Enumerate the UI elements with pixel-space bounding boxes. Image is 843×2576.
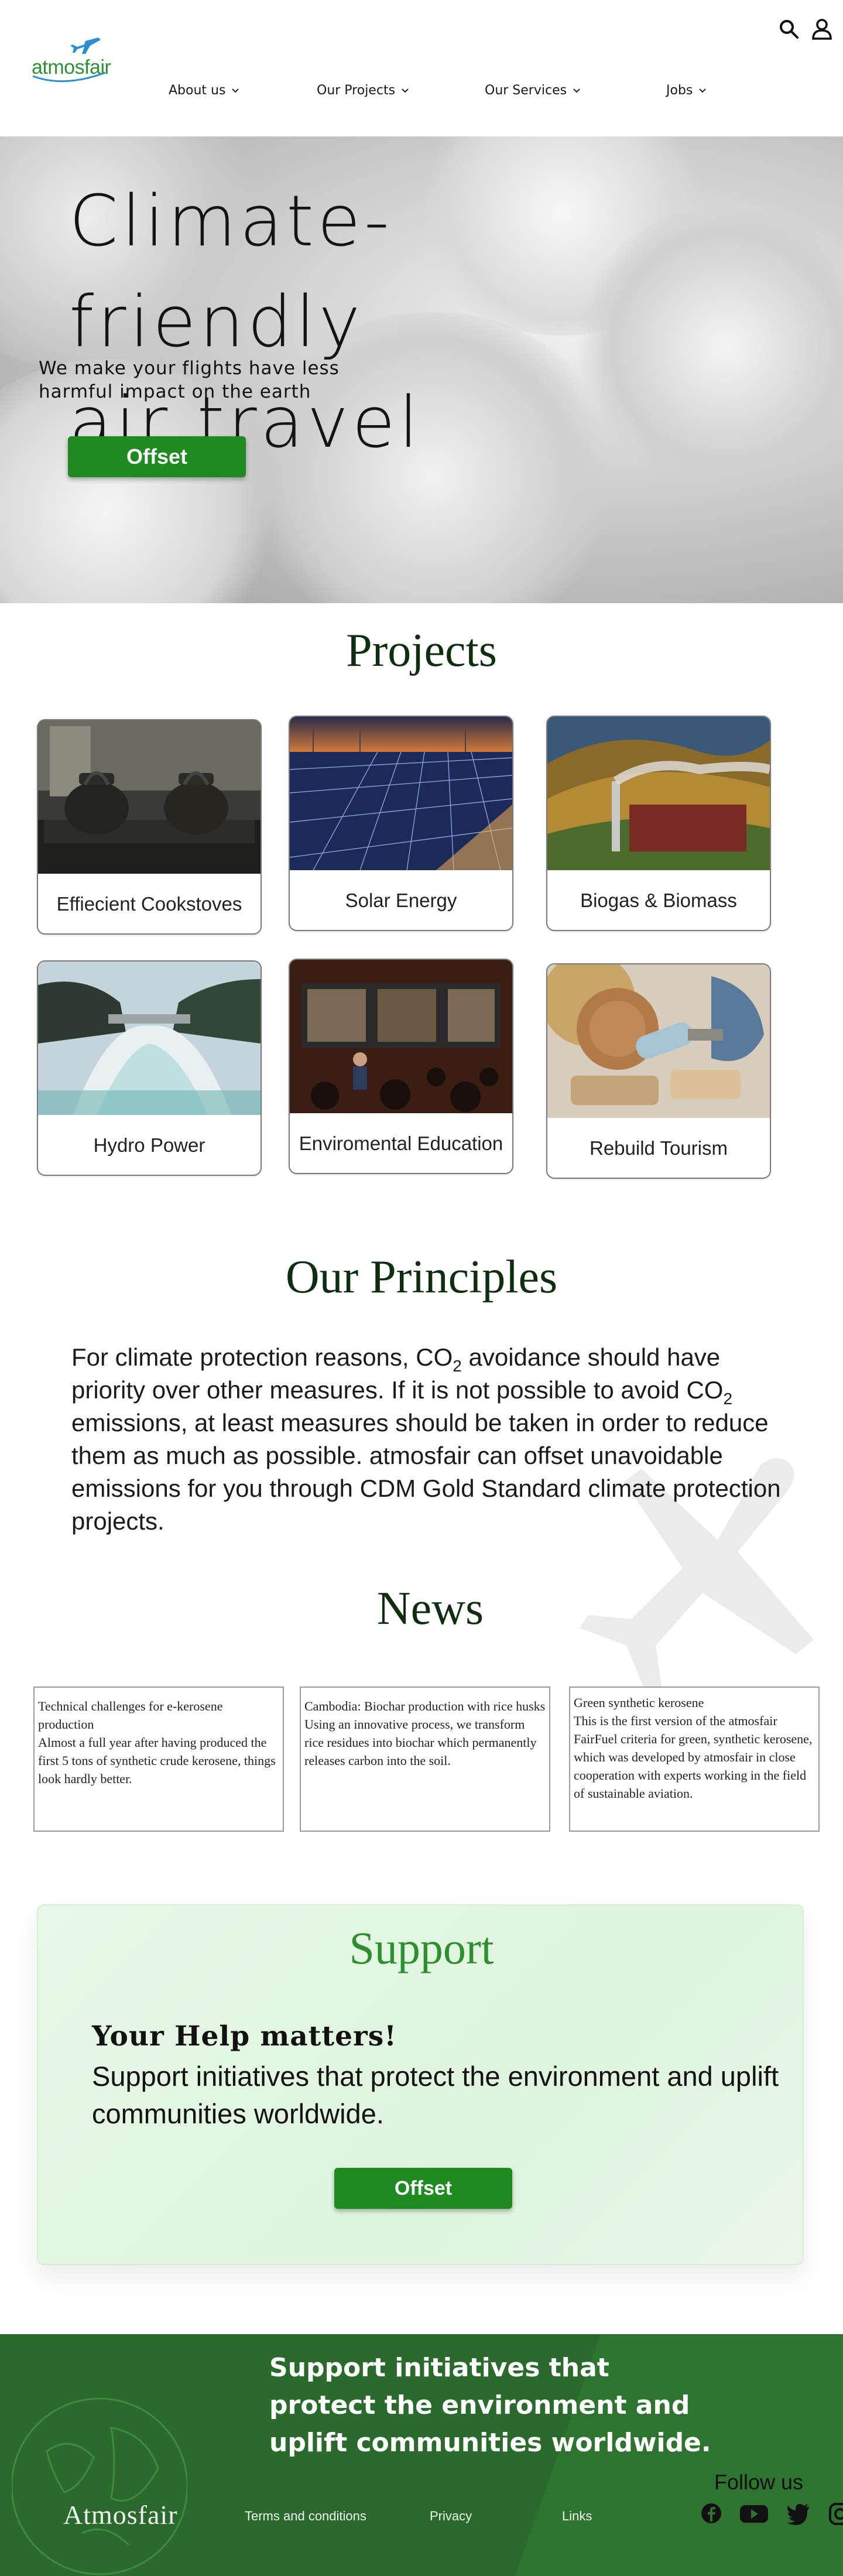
- footer-headline: Support initiatives that protect the env…: [269, 2353, 711, 2458]
- subscript-2: 2: [723, 1390, 733, 1408]
- project-card-environmental-education[interactable]: Enviromental Education: [289, 959, 513, 1174]
- youtube-icon[interactable]: [739, 2500, 769, 2526]
- biogas-plant-image: [547, 717, 770, 870]
- follow-us-label: Follow us: [714, 2470, 804, 2494]
- hero-offset-button[interactable]: Offset: [68, 436, 246, 477]
- principles-title: Our Principles: [285, 1251, 558, 1303]
- nav-label: Our Services: [485, 83, 567, 98]
- twitter-icon[interactable]: [786, 2500, 811, 2526]
- nav-item-about-us[interactable]: About us: [169, 83, 239, 98]
- principles-paragraph: For climate protection reasons, CO2 avoi…: [71, 1341, 786, 1538]
- footer-link-links[interactable]: Links: [562, 2509, 592, 2524]
- support-text: Support initiatives that protect the env…: [92, 2061, 779, 2129]
- principles-text-part: For climate protection reasons, CO: [71, 1343, 453, 1371]
- support-heading: Your Help matters!: [92, 2020, 397, 2052]
- search-icon[interactable]: [777, 18, 801, 41]
- project-card-label: Rebuild Tourism: [590, 1137, 728, 1159]
- news-item[interactable]: Cambodia: Biochar production with rice h…: [300, 1686, 550, 1832]
- logo[interactable]: atmosfair: [29, 36, 111, 83]
- chevron-down-icon: [573, 88, 580, 93]
- nav-item-our-services[interactable]: Our Services: [485, 83, 581, 98]
- classroom-image: [290, 960, 512, 1113]
- nav-item-our-projects[interactable]: Our Projects: [317, 83, 409, 98]
- globe-outline-icon: [12, 2397, 187, 2575]
- project-card-cookstoves[interactable]: Effiecient Cookstoves: [37, 719, 262, 935]
- logo-text: atmosfair: [32, 56, 111, 78]
- solar-panels-image: [290, 717, 512, 870]
- news-item-title: Cambodia: Biochar production with rice h…: [304, 1699, 546, 1713]
- nav-item-jobs[interactable]: Jobs: [666, 83, 707, 98]
- news-item-body: This is the first version of the atmosfa…: [574, 1713, 813, 1801]
- project-card-label: Solar Energy: [345, 890, 457, 911]
- footer-link-privacy[interactable]: Privacy: [430, 2509, 472, 2524]
- news-title: News: [376, 1583, 484, 1634]
- project-card-hydro-power[interactable]: Hydro Power: [37, 960, 262, 1176]
- main-navigation: About us Our Projects Our Services Jobs: [0, 83, 843, 107]
- nav-label: About us: [169, 83, 226, 98]
- support-section: Support Your Help matters! Support initi…: [37, 1904, 804, 2265]
- hero-section: Climate-friendly air travel We make your…: [0, 136, 843, 603]
- support-title: Support: [349, 1922, 494, 1973]
- support-offset-button[interactable]: Offset: [334, 2168, 512, 2209]
- hydro-dam-image: [38, 962, 261, 1115]
- cookstoves-image: [38, 720, 261, 874]
- facebook-icon[interactable]: [698, 2500, 724, 2526]
- nav-label: Our Projects: [317, 83, 396, 98]
- project-card-label: Enviromental Education: [299, 1133, 503, 1154]
- project-card-rebuild-tourism[interactable]: Rebuild Tourism: [546, 963, 771, 1179]
- project-card-label: Biogas & Biomass: [580, 890, 737, 911]
- chevron-down-icon: [699, 88, 707, 93]
- subscript-2: 2: [453, 1357, 462, 1375]
- news-item[interactable]: Technical challenges for e-kerosene prod…: [33, 1686, 284, 1832]
- hero-subtitle: We make your flights have less harmful i…: [39, 358, 340, 402]
- news-item-body: Almost a full year after having produced…: [38, 1735, 276, 1786]
- news-item[interactable]: Green synthetic kerosene This is the fir…: [569, 1686, 820, 1832]
- news-item-title: Green synthetic kerosene: [574, 1695, 704, 1710]
- travel-items-image: [547, 964, 770, 1118]
- user-account-icon[interactable]: [810, 18, 834, 41]
- chevron-down-icon: [402, 88, 409, 93]
- projects-title: Projects: [346, 625, 497, 676]
- news-item-title: Technical challenges for e-kerosene prod…: [38, 1699, 223, 1732]
- footer-link-terms[interactable]: Terms and conditions: [245, 2509, 366, 2524]
- site-header: atmosfair About us Our Projects Our Serv…: [0, 0, 843, 136]
- hero-title: Climate-friendly air travel: [69, 181, 422, 464]
- news-item-body: Using an innovative process, we transfor…: [304, 1717, 537, 1768]
- instagram-icon[interactable]: [828, 2500, 843, 2526]
- site-footer: Support initiatives that protect the env…: [0, 2334, 843, 2576]
- project-card-biogas-biomass[interactable]: Biogas & Biomass: [546, 716, 771, 931]
- chevron-down-icon: [232, 88, 239, 93]
- nav-label: Jobs: [666, 83, 693, 98]
- footer-brand: Atmosfair: [63, 2500, 178, 2530]
- principles-text-part: emissions, at least measures should be t…: [71, 1409, 781, 1535]
- project-card-label: Hydro Power: [93, 1134, 205, 1156]
- project-card-label: Effiecient Cookstoves: [56, 893, 242, 915]
- project-card-solar-energy[interactable]: Solar Energy: [289, 716, 513, 931]
